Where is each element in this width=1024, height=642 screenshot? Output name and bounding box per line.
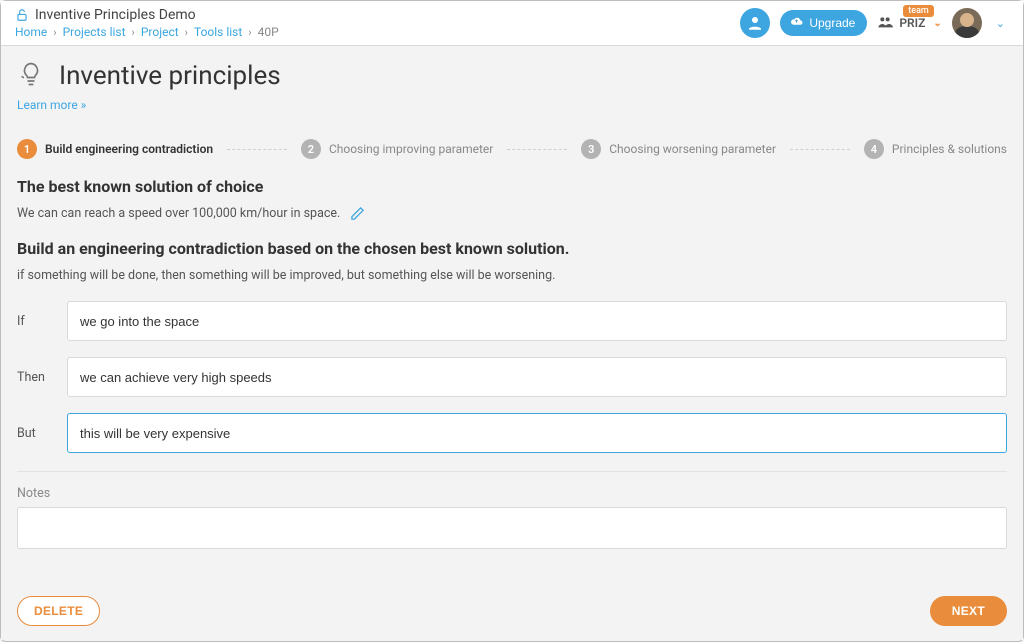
topbar-left: Inventive Principles Demo Home › Project…	[15, 7, 279, 39]
step-3[interactable]: 3 Choosing worsening parameter	[581, 139, 776, 159]
if-input[interactable]	[67, 301, 1007, 341]
form-row-then: Then	[17, 357, 1007, 397]
user-avatar[interactable]	[952, 8, 982, 38]
crumb-current: 40P	[258, 25, 279, 39]
upgrade-label: Upgrade	[809, 16, 855, 30]
form-row-but: But	[17, 413, 1007, 453]
top-bar: Inventive Principles Demo Home › Project…	[1, 1, 1023, 46]
team-selector[interactable]: team PRIZ ⌄	[877, 14, 941, 33]
crumb-home[interactable]: Home	[15, 25, 47, 39]
then-input[interactable]	[67, 357, 1007, 397]
step-1[interactable]: 1 Build engineering contradiction	[17, 139, 213, 159]
user-menu-chevron-icon[interactable]: ⌄	[992, 17, 1009, 30]
stepper: 1 Build engineering contradiction 2 Choo…	[17, 139, 1007, 159]
title-row: Inventive Principles Demo	[15, 7, 279, 23]
notes-textarea[interactable]	[17, 507, 1007, 549]
delete-button[interactable]: DELETE	[17, 596, 100, 626]
chevron-down-icon: ⌄	[933, 18, 941, 29]
upgrade-button[interactable]: Upgrade	[780, 10, 867, 36]
chevron-right-icon: ›	[53, 26, 56, 39]
assistant-avatar-icon[interactable]	[740, 8, 770, 38]
team-name: PRIZ	[899, 16, 925, 30]
lock-open-icon	[15, 8, 29, 22]
cloud-up-icon	[790, 15, 803, 31]
team-badge: team	[903, 5, 934, 17]
step-2[interactable]: 2 Choosing improving parameter	[301, 139, 493, 159]
step-number: 2	[301, 139, 321, 159]
step-divider	[227, 149, 287, 150]
users-icon	[877, 14, 893, 33]
step-number: 3	[581, 139, 601, 159]
step-4[interactable]: 4 Principles & solutions	[864, 139, 1007, 159]
next-button[interactable]: NEXT	[930, 596, 1007, 626]
step-divider	[790, 149, 850, 150]
edit-pencil-icon[interactable]	[350, 206, 365, 221]
step-label: Principles & solutions	[892, 142, 1007, 156]
app-title: Inventive Principles Demo	[35, 7, 196, 23]
step-divider	[507, 149, 567, 150]
step-label: Build engineering contradiction	[45, 142, 213, 156]
notes-label: Notes	[17, 486, 1007, 501]
but-label: But	[17, 426, 51, 441]
contradiction-help: if something will be done, then somethin…	[17, 268, 1007, 283]
breadcrumb: Home › Projects list › Project › Tools l…	[15, 25, 279, 39]
if-label: If	[17, 314, 51, 329]
step-label: Choosing worsening parameter	[609, 142, 776, 156]
but-input[interactable]	[67, 413, 1007, 453]
learn-more-link[interactable]: Learn more »	[17, 98, 86, 112]
form-row-if: If	[17, 301, 1007, 341]
page-title-row: Inventive principles	[17, 60, 1007, 92]
step-number: 1	[17, 139, 37, 159]
footer: DELETE NEXT	[1, 586, 1023, 640]
solution-text: We can can reach a speed over 100,000 km…	[17, 206, 340, 221]
then-label: Then	[17, 370, 51, 385]
crumb-tools[interactable]: Tools list	[194, 25, 242, 39]
chevron-right-icon: ›	[132, 26, 135, 39]
chevron-right-icon: ›	[185, 26, 188, 39]
page-content: Inventive principles Learn more » 1 Buil…	[1, 46, 1023, 586]
contradiction-heading: Build an engineering contradiction based…	[17, 239, 1007, 258]
solution-heading: The best known solution of choice	[17, 177, 1007, 196]
divider	[17, 471, 1007, 472]
page-title: Inventive principles	[59, 61, 281, 91]
topbar-right: Upgrade team PRIZ ⌄ ⌄	[740, 8, 1009, 38]
chevron-right-icon: ›	[248, 26, 251, 39]
solution-row: We can can reach a speed over 100,000 km…	[17, 206, 1007, 221]
lightbulb-hand-icon	[17, 60, 45, 92]
crumb-projects[interactable]: Projects list	[63, 25, 126, 39]
step-number: 4	[864, 139, 884, 159]
crumb-project[interactable]: Project	[141, 25, 179, 39]
step-label: Choosing improving parameter	[329, 142, 493, 156]
